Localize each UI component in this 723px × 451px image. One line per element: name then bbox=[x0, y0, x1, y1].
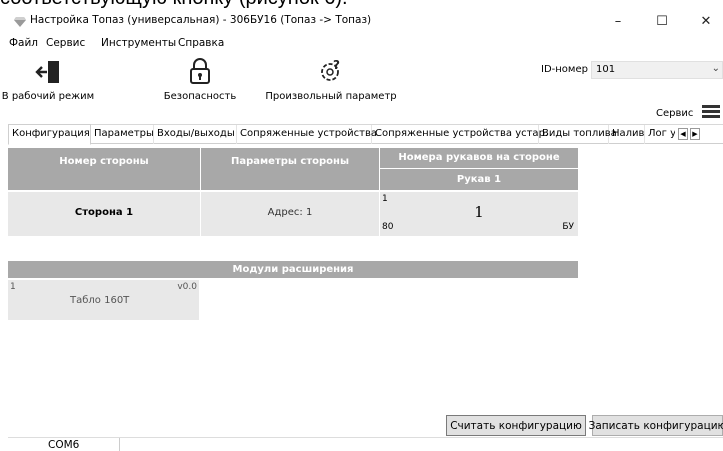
hoses-group-header: Номера рукавов на стороне bbox=[380, 148, 578, 168]
tab-filling[interactable]: Налив bbox=[609, 125, 645, 144]
side-params-cell[interactable]: Адрес: 1 bbox=[201, 192, 379, 236]
tab-log[interactable]: Лог ус bbox=[645, 125, 675, 144]
toolbar: В рабочий режим Безопасность ? Произволь… bbox=[2, 53, 723, 125]
work-mode-button[interactable]: В рабочий режим bbox=[2, 53, 94, 102]
module-card[interactable]: 1 v0.0 Табло 160Т bbox=[8, 280, 199, 320]
close-icon: ✕ bbox=[700, 13, 712, 29]
service-label[interactable]: Сервис bbox=[656, 108, 693, 119]
menu-file[interactable]: Файл bbox=[9, 37, 38, 49]
menu-service[interactable]: Сервис bbox=[46, 37, 85, 49]
gear-question-icon: ? bbox=[321, 58, 340, 81]
work-mode-label: В рабочий режим bbox=[1, 91, 95, 102]
minimize-icon: – bbox=[614, 13, 622, 29]
maximize-button[interactable]: ☐ bbox=[648, 12, 676, 30]
hose-1-header: Рукав 1 bbox=[380, 169, 578, 190]
svg-text:?: ? bbox=[333, 58, 340, 72]
bottom-bar: Считать конфигурацию Записать конфигурац… bbox=[8, 413, 723, 437]
module-index: 1 bbox=[10, 282, 16, 292]
hose-bottom-left-value: 80 bbox=[382, 222, 394, 232]
id-number-select[interactable]: 101 ⌄ bbox=[591, 61, 723, 79]
com-port-status: COM6 bbox=[48, 439, 80, 451]
title-bar: Настройка Топаз (универсальная) - 306БУ1… bbox=[8, 9, 723, 33]
modules-header: Модули расширения bbox=[8, 261, 578, 278]
hose-cell[interactable]: 1 1 80 БУ bbox=[380, 192, 578, 236]
security-button[interactable]: Безопасность bbox=[162, 53, 238, 102]
tab-parameters[interactable]: Параметры bbox=[91, 125, 154, 144]
read-config-button[interactable]: Считать конфигурацию bbox=[446, 415, 586, 436]
app-diamond-icon bbox=[14, 17, 26, 27]
id-number-label: ID-номер bbox=[541, 64, 588, 75]
module-version: v0.0 bbox=[177, 282, 197, 292]
module-name: Табло 160Т bbox=[70, 295, 130, 306]
write-config-button[interactable]: Записать конфигурацию bbox=[589, 415, 723, 436]
tab-strip: Конфигурация Параметры Входы/выходы Сопр… bbox=[8, 124, 723, 145]
side-cell[interactable]: Сторона 1 bbox=[8, 192, 200, 236]
configuration-panel: Номер стороны Параметры стороны Номера р… bbox=[8, 145, 723, 413]
tab-fuel-types[interactable]: Виды топлива bbox=[539, 125, 617, 144]
close-button[interactable]: ✕ bbox=[692, 12, 720, 30]
tab-scroll-left-icon[interactable]: ◀ bbox=[678, 128, 688, 140]
side-number-header: Номер стороны bbox=[8, 148, 200, 190]
tab-paired-devices[interactable]: Сопряженные устройства bbox=[237, 125, 377, 144]
hose-number-value: 1 bbox=[474, 203, 484, 221]
security-label: Безопасность bbox=[163, 91, 237, 102]
custom-param-label: Произвольный параметр bbox=[265, 91, 397, 102]
hamburger-menu-icon[interactable] bbox=[702, 105, 720, 119]
id-number-value: 101 bbox=[596, 64, 616, 75]
chevron-down-icon: ⌄ bbox=[711, 63, 720, 74]
custom-param-button[interactable]: ? Произвольный параметр bbox=[265, 53, 397, 102]
menu-bar: Файл Сервис Инструменты Справка bbox=[8, 33, 723, 53]
app-window: Настройка Топаз (универсальная) - 306БУ1… bbox=[2, 9, 723, 451]
window-title: Настройка Топаз (универсальная) - 306БУ1… bbox=[30, 14, 372, 26]
status-bar: COM6 bbox=[8, 437, 723, 451]
tab-io[interactable]: Входы/выходы bbox=[154, 125, 237, 144]
minimize-button[interactable]: – bbox=[604, 12, 632, 30]
tab-scroll-right-icon[interactable]: ▶ bbox=[690, 128, 700, 140]
side-params-header: Параметры стороны bbox=[201, 148, 379, 190]
tab-configuration[interactable]: Конфигурация bbox=[8, 124, 91, 145]
padlock-icon bbox=[190, 58, 210, 84]
menu-tools[interactable]: Инструменты bbox=[101, 37, 176, 49]
maximize-icon: ☐ bbox=[656, 13, 668, 29]
menu-help[interactable]: Справка bbox=[178, 37, 224, 49]
hose-bottom-right-value: БУ bbox=[562, 222, 574, 232]
tab-paired-devices-legacy[interactable]: Сопряженные устройства устар. bbox=[372, 125, 548, 144]
status-separator bbox=[119, 438, 120, 451]
enter-door-icon bbox=[35, 61, 59, 83]
